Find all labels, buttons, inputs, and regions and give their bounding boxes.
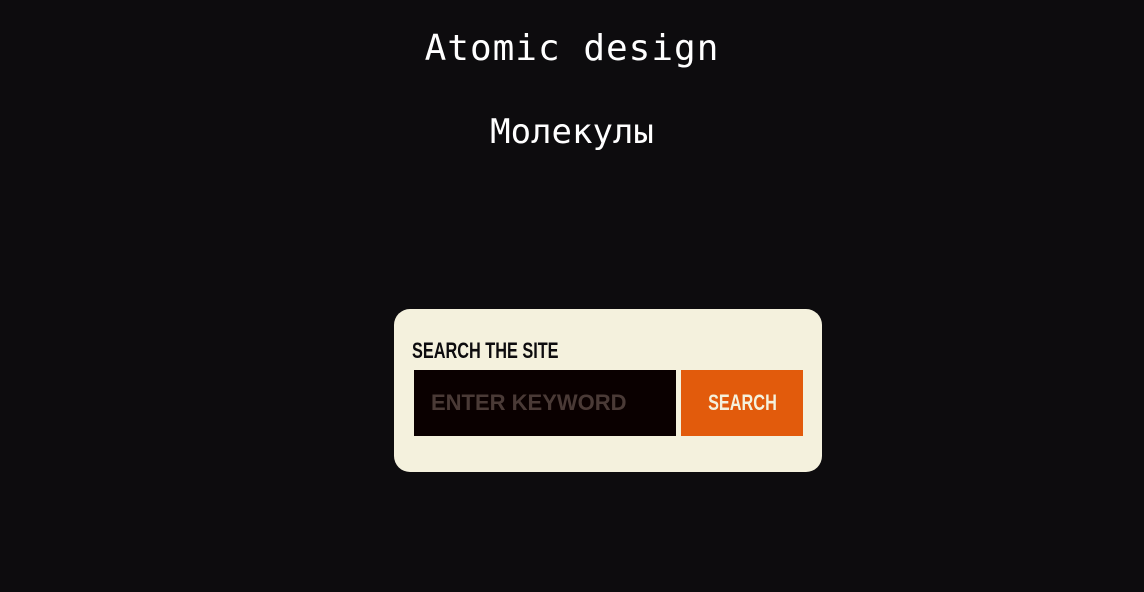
- search-form-label: SEARCH THE SITE: [412, 338, 559, 363]
- search-input[interactable]: [414, 370, 676, 436]
- search-form-card: SEARCH THE SITE SEARCH: [394, 309, 822, 472]
- search-button[interactable]: SEARCH: [681, 370, 803, 436]
- page: Atomic design Молекулы SEARCH THE SITE S…: [0, 0, 1144, 592]
- page-subtitle: Молекулы: [490, 112, 654, 152]
- search-button-label: SEARCH: [707, 390, 777, 415]
- page-title: Atomic design: [424, 28, 720, 69]
